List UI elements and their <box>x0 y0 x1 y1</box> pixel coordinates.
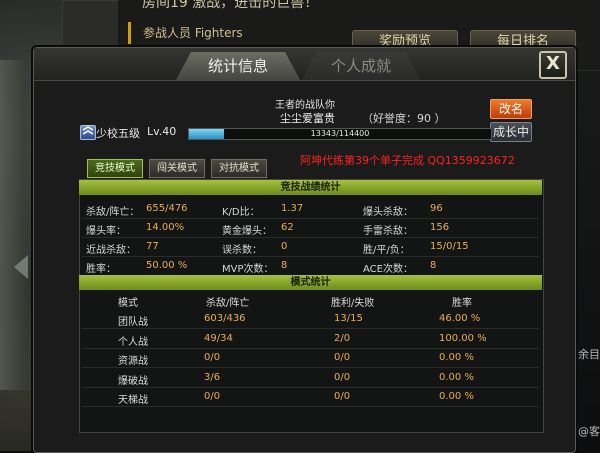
table-row-divider <box>82 367 539 368</box>
mode-stat-value: 0/0 <box>334 371 351 383</box>
column-header-winrate: 胜率 <box>452 298 472 309</box>
stat-value: 655/476 <box>146 203 188 214</box>
mode-stat-value: 0/0 <box>334 352 351 363</box>
mode-stats-header: 模式统计 <box>79 275 542 290</box>
mode-stat-value: 0.00 % <box>439 352 474 363</box>
mode-name: 团队战 <box>118 317 148 328</box>
table-row-divider <box>82 347 539 349</box>
mode-name: 资源战 <box>118 356 148 367</box>
stat-label: 近战杀敌： <box>86 245 136 256</box>
mode-stat-value: 49/34 <box>204 332 233 344</box>
competitive-stats-header: 竞技战绩统计 <box>79 180 542 195</box>
mode-stat-value: 3/6 <box>204 371 221 383</box>
stat-value: 8 <box>281 260 288 271</box>
reputation-value: （好誉度：90 ） <box>362 112 446 125</box>
stat-label: K/D比： <box>222 207 260 218</box>
stat-label: ACE次数： <box>363 264 413 275</box>
column-header-kills: 杀敌/阵亡 <box>206 298 250 309</box>
stat-value: 1.37 <box>281 203 304 214</box>
stat-label: 爆头率： <box>86 226 126 237</box>
stat-value: 156 <box>430 222 450 233</box>
promo-text: 阿坤代练第39个单子完成 QQ1359923672 <box>300 154 515 167</box>
mode-stat-value: 0.00 % <box>439 391 474 402</box>
tab-bar: 统计信息 个人成就 X <box>34 48 575 81</box>
table-row-divider <box>82 406 539 407</box>
mode-stat-value: 603/436 <box>204 313 246 324</box>
stat-label: 胜率： <box>86 264 116 275</box>
mode-stat-value: 0/0 <box>204 352 221 363</box>
background-arrow-icon <box>14 255 28 279</box>
column-header-wins: 胜利/失败 <box>331 298 375 309</box>
stat-label: MVP次数： <box>222 264 274 275</box>
rank-insignia-icon <box>80 125 96 140</box>
team-name: 王者的战队你 <box>275 100 335 111</box>
close-icon: X <box>546 53 560 74</box>
background-room-title: 房间19 激战，进击的巨兽！ <box>142 0 319 11</box>
tab-statistics[interactable]: 统计信息 <box>176 52 300 80</box>
competitive-mode-button[interactable]: 竞技模式 <box>87 159 143 178</box>
player-nickname: 尘尘爱富贵 <box>280 112 335 125</box>
stat-label: 杀敌/阵亡： <box>86 207 140 218</box>
mode-stat-value: 46.00 % <box>439 313 481 324</box>
stat-value: 96 <box>430 203 443 214</box>
stat-value: 62 <box>281 222 294 233</box>
close-button[interactable]: X <box>539 51 567 79</box>
mode-name: 爆破战 <box>118 375 148 387</box>
stat-value: 50.00 % <box>146 260 188 271</box>
mode-name: 个人战 <box>118 336 148 348</box>
stat-value: 0 <box>281 241 288 252</box>
versus-mode-button[interactable]: 对抗模式 <box>211 159 267 178</box>
stat-value: 15/0/15 <box>430 241 469 252</box>
mode-stat-value: 0.00 % <box>439 371 474 383</box>
player-level: Lv.40 <box>147 125 177 138</box>
stats-dialog: 统计信息 个人成就 X 王者的战队你 尘尘爱富贵 （好誉度：90 ） 改名 成长… <box>33 47 576 453</box>
participants-label: 参战人员 Fighters <box>128 22 358 44</box>
row-divider <box>82 218 539 219</box>
mode-name: 天梯战 <box>118 395 148 406</box>
mode-stat-value: 13/15 <box>334 313 363 324</box>
mode-stat-value: 0/0 <box>204 391 221 402</box>
stat-label: 爆头杀敌： <box>363 207 413 218</box>
rename-button[interactable]: 改名 <box>490 99 532 119</box>
table-row-divider <box>82 386 539 388</box>
tab-achievements[interactable]: 个人成就 <box>302 52 420 80</box>
stat-value: 77 <box>146 241 159 252</box>
column-header-mode: 模式 <box>118 298 138 309</box>
stat-label: 胜/平/负： <box>363 245 410 256</box>
experience-bar: 13343/114400 <box>188 128 492 140</box>
mode-stat-value: 0/0 <box>334 391 351 402</box>
challenge-mode-button[interactable]: 闯关模式 <box>149 159 205 178</box>
mode-stat-value: 2/0 <box>334 332 351 344</box>
table-row-divider <box>82 328 539 329</box>
stat-value: 14.00% <box>146 222 185 233</box>
stat-label: 黄金爆头： <box>222 226 272 237</box>
stat-label: 手雷杀敌： <box>363 226 413 237</box>
rank-name: 少校五级 <box>96 127 140 140</box>
experience-text: 13343/114400 <box>310 129 370 138</box>
stat-label: 误杀数： <box>222 245 262 256</box>
row-divider <box>82 256 539 257</box>
row-divider <box>82 237 539 238</box>
growth-button[interactable]: 成长中 <box>490 122 532 142</box>
mode-stat-value: 100.00 % <box>439 332 487 344</box>
stat-value: 8 <box>430 260 437 271</box>
